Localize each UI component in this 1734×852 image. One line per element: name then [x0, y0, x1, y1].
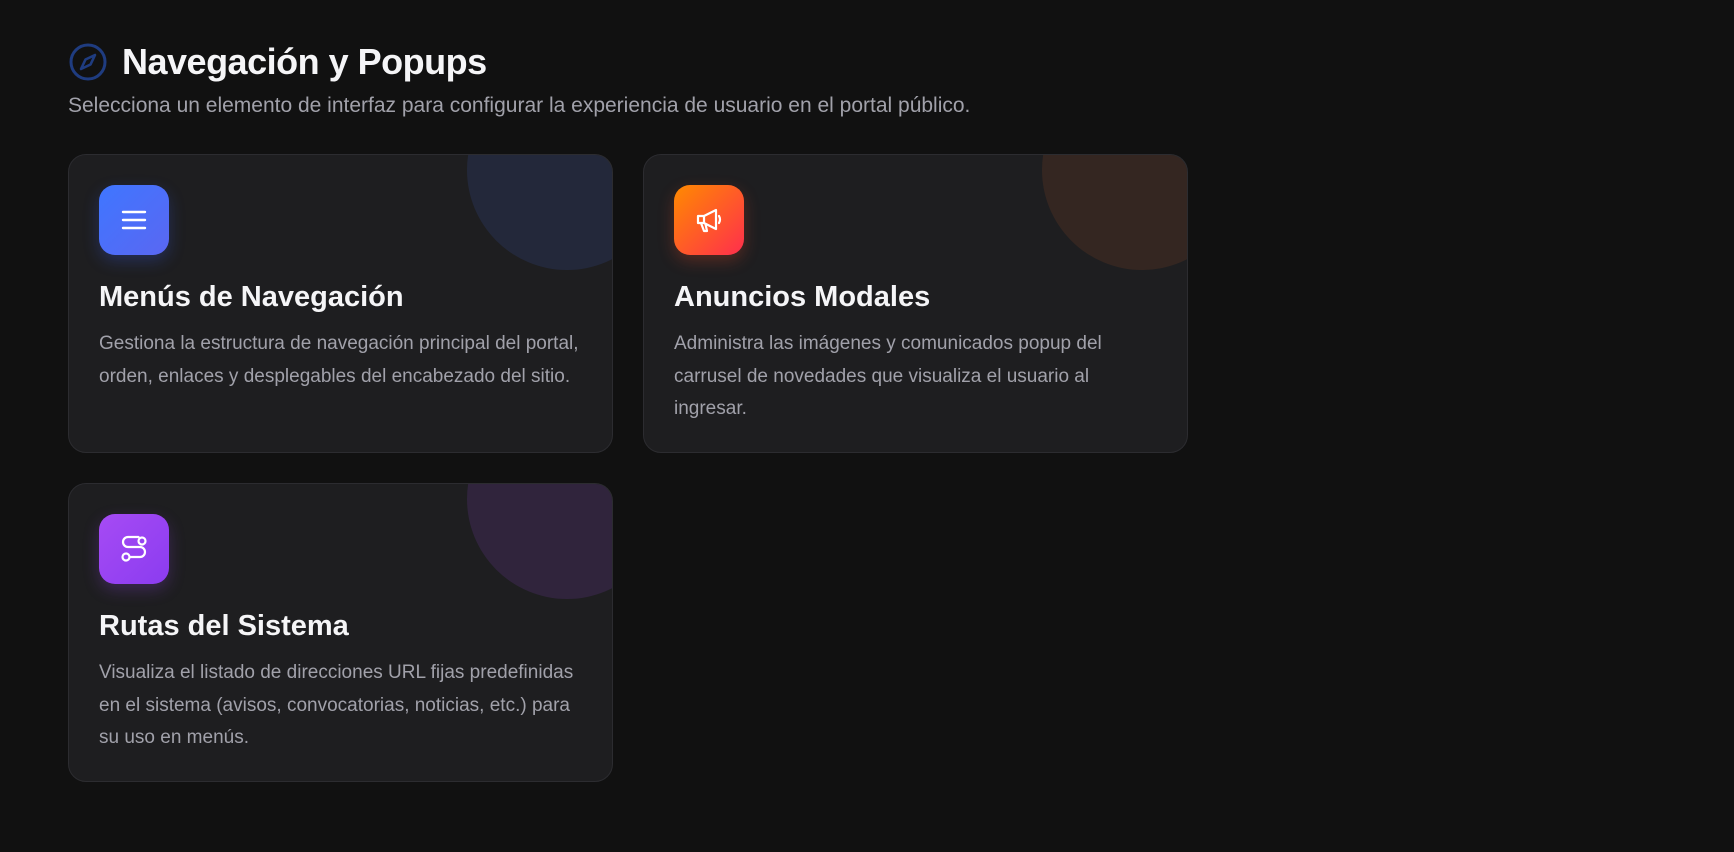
card-system-routes[interactable]: Rutas del Sistema Visualiza el listado d… [68, 483, 613, 782]
route-icon [99, 514, 169, 584]
card-navigation-menus[interactable]: Menús de Navegación Gestiona la estructu… [68, 154, 613, 453]
megaphone-icon [674, 185, 744, 255]
card-description: Gestiona la estructura de navegación pri… [99, 333, 579, 387]
compass-icon [68, 42, 108, 82]
decorative-blob [1042, 155, 1187, 270]
page-title: Navegación y Popups [122, 41, 487, 82]
card-grid: Menús de Navegación Gestiona la estructu… [68, 154, 1734, 782]
card-modal-announcements[interactable]: Anuncios Modales Administra las imágenes… [643, 154, 1188, 453]
decorative-blob [467, 155, 612, 270]
card-description: Visualiza el listado de direcciones URL … [99, 662, 574, 748]
decorative-blob [467, 484, 612, 599]
menu-icon [99, 185, 169, 255]
card-title: Anuncios Modales [674, 281, 931, 313]
card-title: Rutas del Sistema [99, 610, 349, 642]
page-header: Navegación y Popups [68, 40, 1734, 84]
card-title: Menús de Navegación [99, 281, 404, 313]
page-subtitle: Selecciona un elemento de interfaz para … [68, 94, 971, 117]
page: Navegación y Popups Selecciona un elemen… [0, 0, 1734, 852]
card-description: Administra las imágenes y comunicados po… [674, 333, 1102, 419]
